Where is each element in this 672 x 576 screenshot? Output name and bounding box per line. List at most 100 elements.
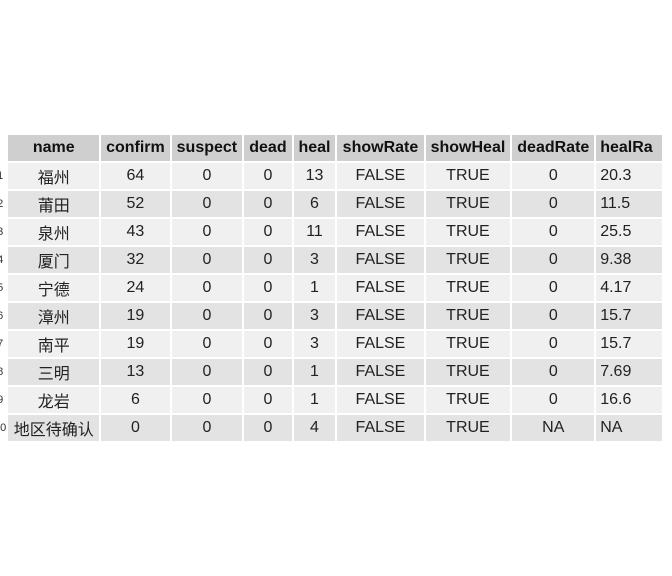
cell-heal: 13	[293, 163, 336, 189]
row-number: 7	[0, 338, 4, 350]
row-number-header	[0, 135, 6, 161]
cell-dead: 0	[244, 219, 292, 245]
cell-name: 地区待确认	[8, 415, 100, 441]
cell-dead: 0	[244, 331, 292, 357]
column-header-confirm[interactable]: confirm	[101, 135, 170, 161]
cell-showrate: FALSE	[337, 387, 424, 413]
cell-suspect: 0	[171, 191, 243, 217]
row-number: 3	[0, 226, 4, 238]
cell-showheal: TRUE	[425, 275, 511, 301]
cell-suspect: 0	[171, 247, 243, 273]
cell-name: 三明	[8, 359, 100, 385]
cell-name: 南平	[8, 331, 100, 357]
cell-suspect: 0	[171, 387, 243, 413]
cell-name: 宁德	[8, 275, 100, 301]
cell-showrate: FALSE	[337, 163, 424, 189]
cell-healrate: 15.7	[596, 331, 662, 357]
row-number: 10	[0, 422, 7, 434]
cell-heal: 3	[293, 303, 336, 329]
cell-confirm: 52	[101, 191, 170, 217]
table-row: 6 漳州 19 0 0 3 FALSE TRUE 0 15.7	[0, 303, 662, 329]
cell-dead: 0	[244, 275, 292, 301]
cell-healrate: 16.6	[596, 387, 662, 413]
table-header: name confirm suspect dead heal showRate …	[0, 135, 662, 161]
cell-showrate: FALSE	[337, 331, 424, 357]
column-header-dead[interactable]: dead	[244, 135, 292, 161]
column-header-suspect[interactable]: suspect	[171, 135, 243, 161]
cell-showheal: TRUE	[425, 303, 511, 329]
cell-suspect: 0	[171, 303, 243, 329]
cell-showheal: TRUE	[425, 359, 511, 385]
cell-healrate: NA	[596, 415, 662, 441]
cell-showrate: FALSE	[337, 219, 424, 245]
cell-showheal: TRUE	[425, 163, 511, 189]
cell-name: 厦门	[8, 247, 100, 273]
cell-heal: 1	[293, 387, 336, 413]
table-row: 1 福州 64 0 0 13 FALSE TRUE 0 20.3	[0, 163, 662, 189]
cell-showrate: FALSE	[337, 359, 424, 385]
cell-confirm: 13	[101, 359, 170, 385]
column-header-showrate[interactable]: showRate	[337, 135, 424, 161]
cell-deadrate: 0	[512, 247, 595, 273]
cell-dead: 0	[244, 359, 292, 385]
cell-heal: 3	[293, 247, 336, 273]
cell-healrate: 9.38	[596, 247, 662, 273]
cell-healrate: 20.3	[596, 163, 662, 189]
cell-deadrate: 0	[512, 331, 595, 357]
cell-healrate: 15.7	[596, 303, 662, 329]
cell-heal: 4	[293, 415, 336, 441]
cell-confirm: 64	[101, 163, 170, 189]
row-number: 8	[0, 366, 4, 378]
column-header-deadrate[interactable]: deadRate	[512, 135, 595, 161]
cell-dead: 0	[244, 415, 292, 441]
table-row: 7 南平 19 0 0 3 FALSE TRUE 0 15.7	[0, 331, 662, 357]
cell-heal: 11	[293, 219, 336, 245]
cell-deadrate: 0	[512, 163, 595, 189]
cell-deadrate: 0	[512, 387, 595, 413]
cell-healrate: 7.69	[596, 359, 662, 385]
table-viewport: name confirm suspect dead heal showRate …	[0, 0, 672, 576]
cell-suspect: 0	[171, 359, 243, 385]
cell-heal: 1	[293, 359, 336, 385]
cell-dead: 0	[244, 163, 292, 189]
cell-showrate: FALSE	[337, 247, 424, 273]
column-header-healrate[interactable]: healRa	[596, 135, 662, 161]
cell-showheal: TRUE	[425, 387, 511, 413]
cell-suspect: 0	[171, 331, 243, 357]
column-header-name[interactable]: name	[8, 135, 100, 161]
cell-suspect: 0	[171, 275, 243, 301]
cell-showheal: TRUE	[425, 219, 511, 245]
column-header-showheal[interactable]: showHeal	[425, 135, 511, 161]
cell-showrate: FALSE	[337, 191, 424, 217]
table-row: 4 厦门 32 0 0 3 FALSE TRUE 0 9.38	[0, 247, 662, 273]
cell-showheal: TRUE	[425, 415, 511, 441]
cell-name: 泉州	[8, 219, 100, 245]
cell-showheal: TRUE	[425, 247, 511, 273]
cell-deadrate: 0	[512, 303, 595, 329]
header-row: name confirm suspect dead heal showRate …	[0, 135, 662, 161]
cell-dead: 0	[244, 191, 292, 217]
table-row: 8 三明 13 0 0 1 FALSE TRUE 0 7.69	[0, 359, 662, 385]
cell-name: 龙岩	[8, 387, 100, 413]
cell-name: 漳州	[8, 303, 100, 329]
cell-healrate: 4.17	[596, 275, 662, 301]
table-row: 9 龙岩 6 0 0 1 FALSE TRUE 0 16.6	[0, 387, 662, 413]
cell-dead: 0	[244, 303, 292, 329]
data-table: name confirm suspect dead heal showRate …	[0, 133, 664, 443]
table-row: 2 莆田 52 0 0 6 FALSE TRUE 0 11.5	[0, 191, 662, 217]
cell-suspect: 0	[171, 415, 243, 441]
row-number: 9	[0, 394, 4, 406]
cell-heal: 3	[293, 331, 336, 357]
row-number: 4	[0, 254, 4, 266]
cell-confirm: 19	[101, 331, 170, 357]
table-row: 3 泉州 43 0 0 11 FALSE TRUE 0 25.5	[0, 219, 662, 245]
row-number: 6	[0, 310, 4, 322]
column-header-heal[interactable]: heal	[293, 135, 336, 161]
cell-heal: 1	[293, 275, 336, 301]
cell-confirm: 19	[101, 303, 170, 329]
cell-confirm: 0	[101, 415, 170, 441]
cell-confirm: 32	[101, 247, 170, 273]
cell-healrate: 25.5	[596, 219, 662, 245]
cell-showrate: FALSE	[337, 275, 424, 301]
cell-suspect: 0	[171, 219, 243, 245]
